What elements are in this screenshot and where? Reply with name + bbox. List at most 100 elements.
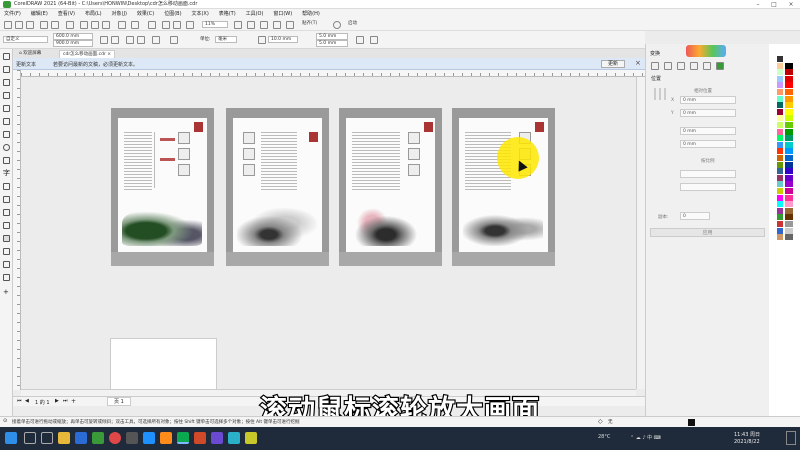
show-rulers-icon[interactable] — [247, 21, 255, 29]
size-icon[interactable] — [690, 62, 698, 70]
menu-text[interactable]: 文本(X) — [187, 9, 212, 19]
menu-table[interactable]: 表格(T) — [215, 9, 240, 19]
duplicate-page-icon[interactable] — [170, 36, 178, 44]
duplicate-y-field[interactable]: 5.0 mm — [316, 40, 348, 47]
app-icon[interactable] — [160, 432, 172, 444]
vertical-ruler[interactable] — [13, 70, 21, 390]
color-swatch[interactable] — [785, 155, 793, 161]
show-grid-icon[interactable] — [260, 21, 268, 29]
anchor-grid[interactable] — [654, 88, 666, 100]
menu-file[interactable]: 文件(F) — [0, 9, 25, 19]
duplicate-x-field[interactable]: 5.0 mm — [316, 33, 348, 40]
color-swatch[interactable] — [785, 207, 793, 214]
search-icon[interactable] — [24, 432, 36, 444]
menu-edit[interactable]: 编辑(E) — [27, 9, 52, 19]
pattern-tool-icon[interactable] — [3, 235, 10, 242]
search-icon[interactable] — [148, 21, 156, 29]
parallel-dimension-tool-icon[interactable] — [3, 183, 10, 190]
scale-select[interactable] — [680, 183, 736, 191]
color-swatch[interactable] — [785, 115, 793, 122]
edge-icon[interactable] — [75, 432, 87, 444]
color-swatch[interactable] — [785, 194, 793, 201]
scale-icon[interactable] — [677, 62, 685, 70]
paste-icon[interactable] — [102, 21, 110, 29]
import-icon[interactable] — [162, 21, 170, 29]
cloud-upload-icon[interactable] — [51, 21, 59, 29]
save-icon[interactable] — [26, 21, 34, 29]
app-icon[interactable] — [126, 432, 138, 444]
color-swatch[interactable] — [785, 108, 793, 115]
menu-object[interactable]: 对象(J) — [108, 9, 131, 19]
color-swatch[interactable] — [777, 207, 783, 214]
freehand-tool-icon[interactable] — [3, 105, 10, 112]
rectangle-tool-icon[interactable] — [3, 131, 10, 138]
color-swatch[interactable] — [785, 188, 793, 194]
artistic-media-tool-icon[interactable] — [3, 118, 10, 125]
color-swatch[interactable] — [785, 69, 793, 76]
color-swatch[interactable] — [777, 188, 783, 194]
eyedropper-tool-icon[interactable] — [3, 248, 10, 255]
current-page-icon[interactable] — [137, 36, 145, 44]
app-icon[interactable] — [194, 432, 206, 444]
color-swatch[interactable] — [785, 181, 793, 188]
interactive-fill-tool-icon[interactable] — [3, 261, 10, 268]
notification-center-icon[interactable] — [786, 431, 796, 445]
poster-4[interactable] — [452, 108, 555, 266]
close-button[interactable]: × — [783, 0, 799, 9]
units-select[interactable]: 毫米 — [215, 36, 237, 43]
menu-view[interactable]: 查看(V) — [54, 9, 79, 19]
color-swatch[interactable] — [777, 221, 783, 227]
weather-status[interactable]: 28°C — [598, 434, 610, 440]
color-swatch[interactable] — [785, 201, 793, 208]
color-swatch[interactable] — [777, 75, 783, 82]
color-swatch[interactable] — [777, 95, 783, 102]
coreldraw-task-icon[interactable] — [177, 432, 189, 444]
color-swatch[interactable] — [777, 62, 783, 69]
crop-tool-icon[interactable] — [3, 79, 10, 86]
publish-pdf-icon[interactable] — [186, 21, 194, 29]
menu-effects[interactable]: 效果(C) — [133, 9, 158, 19]
app-icon[interactable] — [211, 432, 223, 444]
new-icon[interactable] — [4, 21, 12, 29]
color-swatch[interactable] — [785, 89, 793, 95]
apply-button[interactable]: 应用 — [650, 228, 765, 237]
color-swatch[interactable] — [777, 115, 783, 122]
connector-tool-icon[interactable] — [3, 196, 10, 203]
color-swatch[interactable] — [777, 122, 783, 128]
blank-page[interactable] — [110, 338, 217, 392]
app-icon[interactable] — [143, 432, 155, 444]
cut-icon[interactable] — [80, 21, 88, 29]
color-swatch[interactable] — [785, 102, 793, 109]
show-guidelines-icon[interactable] — [273, 21, 281, 29]
color-swatch[interactable] — [777, 141, 783, 148]
color-swatch[interactable] — [777, 148, 783, 155]
menu-layout[interactable]: 布局(L) — [81, 9, 106, 19]
landscape-icon[interactable] — [111, 36, 119, 44]
shape-tool-icon[interactable] — [3, 66, 10, 73]
position-y-field[interactable]: 0 mm — [680, 109, 736, 117]
color-swatch[interactable] — [785, 128, 793, 135]
clock-time[interactable]: 11:43 周日 — [734, 431, 760, 438]
page-width-field[interactable]: 600.0 mm — [53, 33, 93, 40]
close-notification-icon[interactable]: × — [635, 59, 641, 67]
color-swatch[interactable] — [777, 227, 783, 234]
color-swatch[interactable] — [777, 161, 783, 168]
tab-document[interactable]: cdr怎么移动画面.cdr × — [59, 50, 115, 58]
export-icon[interactable] — [173, 21, 181, 29]
minimize-button[interactable]: – — [750, 0, 766, 9]
launch-menu[interactable]: 启动 — [346, 21, 380, 28]
color-swatch[interactable] — [777, 135, 783, 142]
start-icon[interactable] — [5, 432, 17, 444]
zoom-level-select[interactable]: 11% — [202, 21, 228, 28]
text-tool-icon[interactable]: 字 — [3, 170, 10, 177]
color-swatch[interactable] — [777, 181, 783, 188]
vertical-scrollbar[interactable] — [636, 77, 645, 389]
app-icon[interactable] — [245, 432, 257, 444]
color-swatch[interactable] — [777, 69, 783, 76]
task-view-icon[interactable] — [41, 432, 53, 444]
color-swatch[interactable] — [785, 56, 793, 62]
menu-help[interactable]: 帮助(H) — [298, 9, 324, 19]
color-swatch[interactable] — [785, 161, 793, 168]
poster-2[interactable] — [226, 108, 329, 266]
skew-icon[interactable] — [703, 62, 711, 70]
